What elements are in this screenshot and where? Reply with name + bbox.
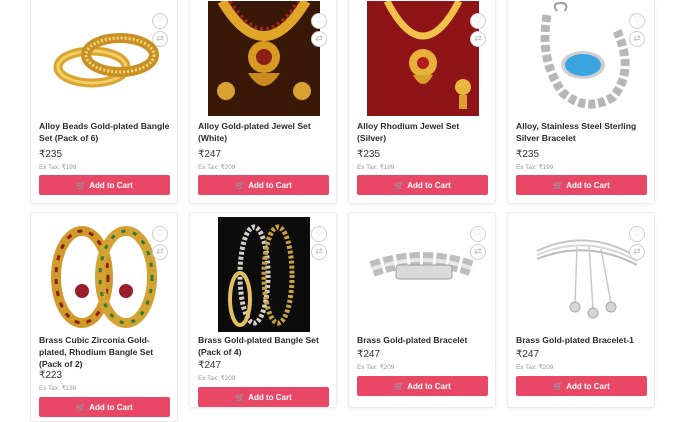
product-name[interactable]: Alloy Beads Gold-plated Bangle Set (Pack… xyxy=(39,120,171,144)
add-to-cart-label: Add to Cart xyxy=(566,381,610,391)
product-image[interactable] xyxy=(367,1,479,116)
shopping-cart-icon: 🛒 xyxy=(235,180,246,190)
heart-icon[interactable]: ♡ xyxy=(629,13,645,29)
product-name[interactable]: Alloy Rhodium Jewel Set (Silver) xyxy=(357,120,489,144)
shopping-cart-icon: 🛒 xyxy=(235,392,246,402)
product-ex-tax: Ex Tax: ₹209 xyxy=(357,364,395,371)
add-to-cart-button[interactable]: 🛒 Add to Cart xyxy=(357,376,488,396)
product-image[interactable] xyxy=(40,217,170,332)
heart-icon[interactable]: ♡ xyxy=(470,13,486,29)
add-to-cart-label: Add to Cart xyxy=(248,180,292,190)
heart-icon[interactable]: ♡ xyxy=(152,226,168,242)
add-to-cart-button[interactable]: 🛒 Add to Cart xyxy=(516,376,647,396)
product-image[interactable] xyxy=(517,217,647,332)
product-name[interactable]: Brass Gold-plated Bracelet xyxy=(357,334,489,346)
add-to-cart-label: Add to Cart xyxy=(407,180,451,190)
product-ex-tax: Ex Tax: ₹209 xyxy=(198,164,236,171)
add-to-cart-button[interactable]: 🛒 Add to Cart xyxy=(198,175,329,195)
add-to-cart-button[interactable]: 🛒 Add to Cart xyxy=(516,175,647,195)
product-price: ₹247 xyxy=(516,349,540,360)
compare-icon[interactable]: ⇄ xyxy=(470,244,486,260)
product-card: ♡ ⇄ Alloy Gold-plated Jewel Set (White) … xyxy=(189,0,337,204)
product-image[interactable] xyxy=(218,217,310,332)
add-to-cart-button[interactable]: 🛒 Add to Cart xyxy=(198,387,329,407)
product-image[interactable] xyxy=(358,217,488,332)
shopping-cart-icon: 🛒 xyxy=(394,180,405,190)
shopping-cart-icon: 🛒 xyxy=(553,180,564,190)
product-price: ₹247 xyxy=(198,149,222,160)
product-card: ♡ ⇄ Alloy Rhodium Jewel Set (Silver) ₹23… xyxy=(348,0,496,204)
add-to-cart-label: Add to Cart xyxy=(89,180,133,190)
product-name[interactable]: Brass Gold-plated Bangle Set (Pack of 4) xyxy=(198,334,330,358)
add-to-cart-label: Add to Cart xyxy=(566,180,610,190)
product-price: ₹235 xyxy=(516,149,540,160)
product-ex-tax: Ex Tax: ₹199 xyxy=(357,164,395,171)
product-card: ♡ ⇄ Brass Gold-plated Bangle Set (Pack o… xyxy=(189,212,337,408)
compare-icon[interactable]: ⇄ xyxy=(311,31,327,47)
product-card: ♡ ⇄ Brass Gold-plated Bracelet ₹247 Ex T… xyxy=(348,212,496,408)
shopping-cart-icon: 🛒 xyxy=(76,402,87,412)
product-ex-tax: Ex Tax: ₹209 xyxy=(198,375,236,382)
heart-icon[interactable]: ♡ xyxy=(311,13,327,29)
heart-icon[interactable]: ♡ xyxy=(629,226,645,242)
product-price: ₹247 xyxy=(357,349,381,360)
heart-icon[interactable]: ♡ xyxy=(470,226,486,242)
add-to-cart-label: Add to Cart xyxy=(407,381,451,391)
heart-icon[interactable]: ♡ xyxy=(311,226,327,242)
shopping-cart-icon: 🛒 xyxy=(553,381,564,391)
product-name[interactable]: Brass Cubic Zirconia Gold-plated, Rhodiu… xyxy=(39,334,171,370)
product-card: ♡ ⇄ Alloy Beads Gold-plated Bangle Set (… xyxy=(30,0,178,204)
add-to-cart-button[interactable]: 🛒 Add to Cart xyxy=(357,175,488,195)
product-image[interactable] xyxy=(517,1,647,116)
compare-icon[interactable]: ⇄ xyxy=(629,31,645,47)
product-name[interactable]: Alloy, Stainless Steel Sterling Silver B… xyxy=(516,120,648,144)
product-name[interactable]: Brass Gold-plated Bracelet-1 xyxy=(516,334,648,346)
product-price: ₹235 xyxy=(357,149,381,160)
product-ex-tax: Ex Tax: ₹189 xyxy=(39,385,77,392)
product-image[interactable] xyxy=(208,1,320,116)
compare-icon[interactable]: ⇄ xyxy=(152,244,168,260)
product-card: ♡ ⇄ Alloy, Stainless Steel Sterling Silv… xyxy=(507,0,655,204)
add-to-cart-label: Add to Cart xyxy=(248,392,292,402)
compare-icon[interactable]: ⇄ xyxy=(629,244,645,260)
product-ex-tax: Ex Tax: ₹199 xyxy=(516,164,554,171)
product-price: ₹223 xyxy=(39,370,63,381)
product-price: ₹247 xyxy=(198,360,222,371)
product-name[interactable]: Alloy Gold-plated Jewel Set (White) xyxy=(198,120,330,144)
product-ex-tax: Ex Tax: ₹199 xyxy=(39,164,77,171)
add-to-cart-button[interactable]: 🛒 Add to Cart xyxy=(39,397,170,417)
compare-icon[interactable]: ⇄ xyxy=(152,31,168,47)
add-to-cart-label: Add to Cart xyxy=(89,402,133,412)
product-ex-tax: Ex Tax: ₹209 xyxy=(516,364,554,371)
shopping-cart-icon: 🛒 xyxy=(394,381,405,391)
heart-icon[interactable]: ♡ xyxy=(152,13,168,29)
compare-icon[interactable]: ⇄ xyxy=(470,31,486,47)
product-image[interactable] xyxy=(40,1,170,116)
product-card: ♡ ⇄ Brass Gold-plated Bracelet-1 ₹247 Ex… xyxy=(507,212,655,408)
shopping-cart-icon: 🛒 xyxy=(76,180,87,190)
compare-icon[interactable]: ⇄ xyxy=(311,244,327,260)
add-to-cart-button[interactable]: 🛒 Add to Cart xyxy=(39,175,170,195)
product-price: ₹235 xyxy=(39,149,63,160)
product-card: ♡ ⇄ Brass Cubic Zirconia Gold-plated, Rh… xyxy=(30,212,178,422)
